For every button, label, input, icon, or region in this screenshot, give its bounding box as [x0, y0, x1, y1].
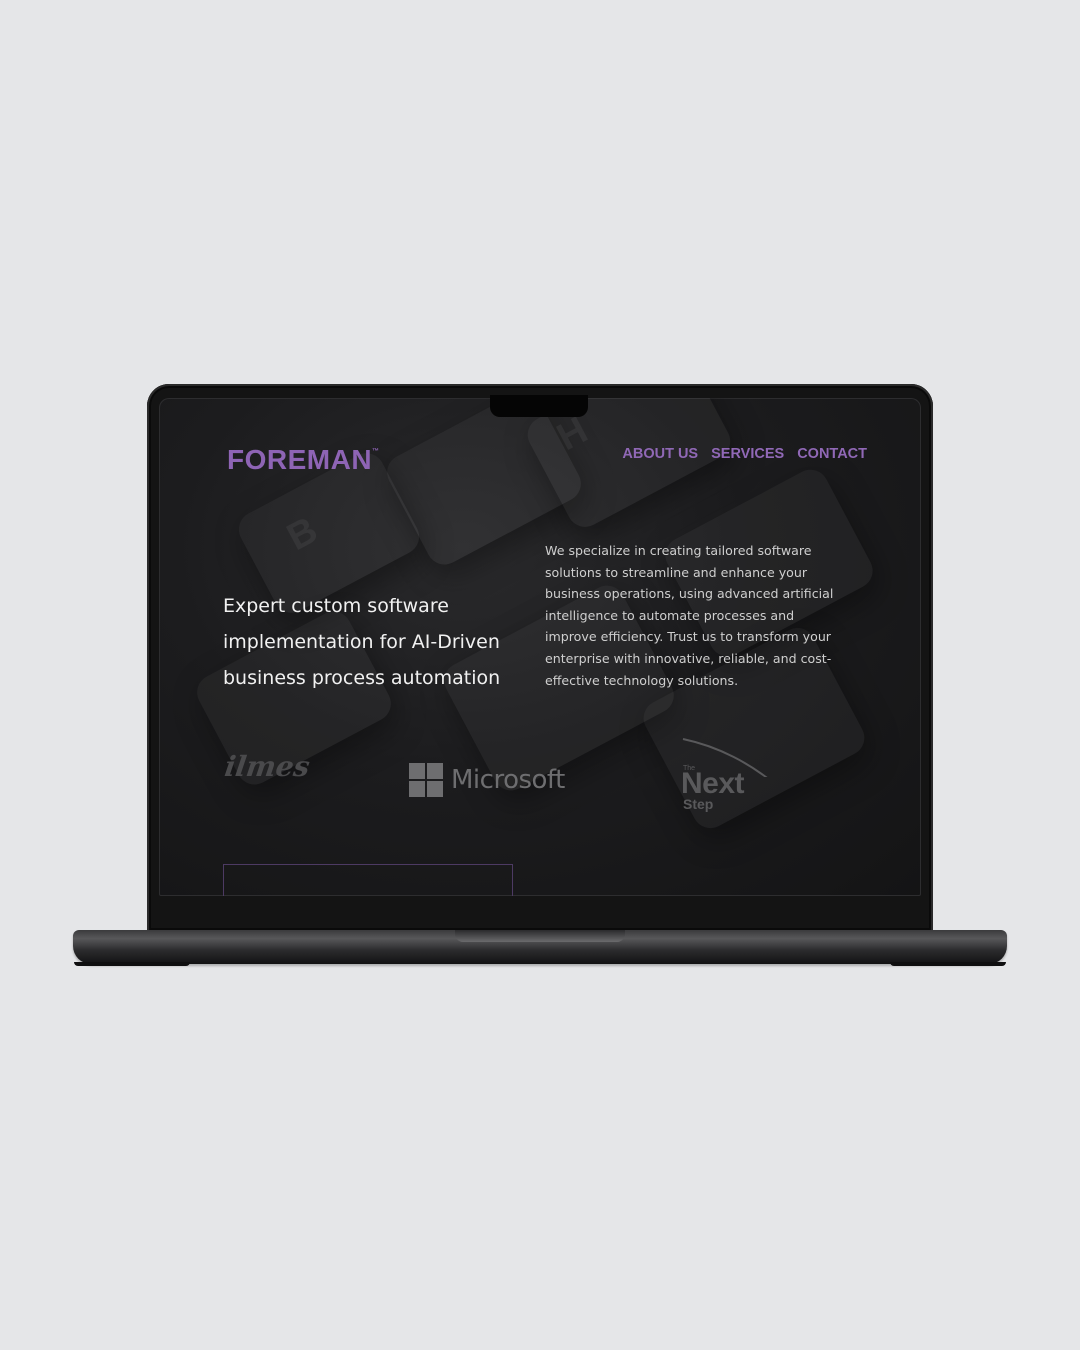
website-screen: B H FOREMAN™ ABOUT US SERVICES CONTACT E…: [159, 398, 921, 896]
headline-line: business process automation: [223, 667, 501, 689]
main-nav: ABOUT US SERVICES CONTACT: [622, 446, 867, 462]
brand-logo[interactable]: FOREMAN™: [227, 444, 380, 476]
client-logo-quilmes: ilmes: [222, 750, 312, 783]
nav-services[interactable]: SERVICES: [711, 446, 784, 462]
hero-description: We specialize in creating tailored softw…: [545, 540, 850, 691]
description-line: solutions to streamline and enhance your: [545, 564, 808, 580]
laptop-opening-notch: [455, 930, 625, 942]
description-line: effective technology solutions.: [545, 672, 739, 688]
nextstep-step: Step: [683, 796, 714, 812]
headline-line: implementation for AI-Driven: [223, 631, 500, 653]
background-key: [521, 398, 736, 533]
client-logo-nextstep: The Next Step: [681, 738, 791, 823]
trademark-symbol: ™: [372, 448, 380, 455]
client-logo-microsoft: Microsoft: [409, 763, 565, 797]
laptop-foot-right: [890, 962, 1006, 966]
brand-name: FOREMAN: [227, 444, 373, 475]
description-line: We specialize in creating tailored softw…: [545, 543, 812, 558]
hero-headline: Expert custom software implementation fo…: [223, 588, 533, 696]
description-line: intelligence to automate processes and: [545, 607, 795, 623]
laptop-foot-left: [74, 962, 190, 966]
nav-about-us[interactable]: ABOUT US: [622, 446, 698, 462]
description-line: enterprise with innovative, reliable, an…: [545, 650, 832, 666]
headline-line: Expert custom software: [223, 595, 449, 617]
microsoft-wordmark: Microsoft: [451, 765, 565, 795]
camera-notch: [490, 395, 588, 417]
windows-logo-icon: [409, 763, 443, 797]
description-line: business operations, using advanced arti…: [545, 586, 834, 602]
cta-button-outline[interactable]: [223, 864, 513, 896]
description-line: improve efficiency. Trust us to transfor…: [545, 629, 831, 645]
nav-contact[interactable]: CONTACT: [797, 446, 867, 462]
